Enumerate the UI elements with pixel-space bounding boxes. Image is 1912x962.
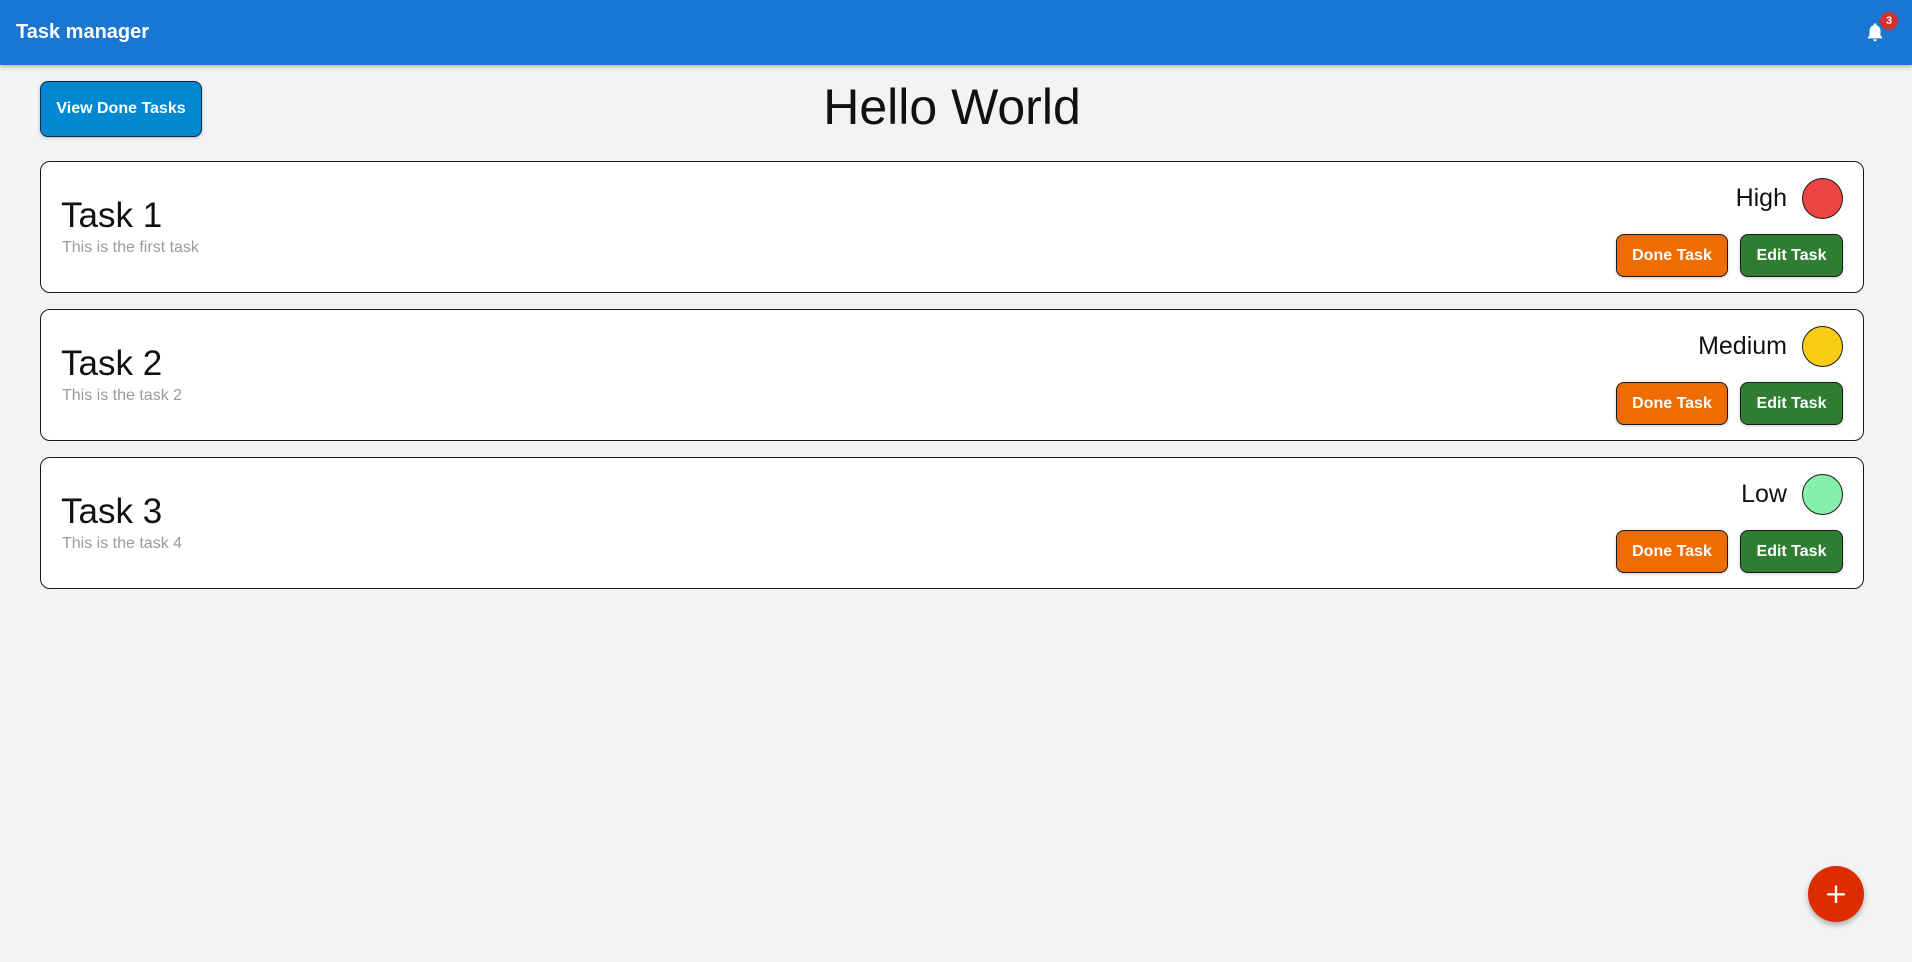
task-title: Task 3 bbox=[61, 492, 163, 531]
task-card: Task 1 This is the first task High Done … bbox=[40, 161, 1864, 293]
plus-icon: + bbox=[1824, 877, 1848, 910]
notifications-button[interactable]: 3 bbox=[1864, 12, 1898, 46]
edit-task-button[interactable]: Edit Task bbox=[1740, 530, 1843, 573]
task-description: This is the first task bbox=[62, 239, 199, 256]
task-actions: Done Task Edit Task bbox=[1616, 530, 1843, 573]
priority-label: Low bbox=[1741, 480, 1787, 508]
app-title: Task manager bbox=[16, 21, 150, 43]
edit-task-button[interactable]: Edit Task bbox=[1740, 234, 1843, 277]
priority-dot bbox=[1802, 178, 1843, 219]
page-title: Hello World bbox=[823, 79, 1081, 135]
priority-dot bbox=[1802, 474, 1843, 515]
task-title: Task 2 bbox=[61, 344, 163, 383]
task-description: This is the task 2 bbox=[62, 387, 183, 404]
task-actions: Done Task Edit Task bbox=[1616, 382, 1843, 425]
task-list: Task 1 This is the first task High Done … bbox=[40, 161, 1864, 605]
done-task-button[interactable]: Done Task bbox=[1616, 382, 1728, 425]
priority-label: Medium bbox=[1698, 332, 1787, 360]
done-task-button[interactable]: Done Task bbox=[1616, 234, 1728, 277]
priority-indicator: Medium bbox=[1698, 326, 1843, 367]
notification-badge: 3 bbox=[1880, 12, 1898, 30]
task-title: Task 1 bbox=[61, 196, 163, 235]
app-bar: Task manager 3 bbox=[0, 0, 1912, 65]
priority-dot bbox=[1802, 326, 1843, 367]
edit-task-button[interactable]: Edit Task bbox=[1740, 382, 1843, 425]
priority-label: High bbox=[1735, 184, 1787, 212]
done-task-button[interactable]: Done Task bbox=[1616, 530, 1728, 573]
task-card: Task 3 This is the task 4 Low Done Task … bbox=[40, 457, 1864, 589]
task-card: Task 2 This is the task 2 Medium Done Ta… bbox=[40, 309, 1864, 441]
task-description: This is the task 4 bbox=[62, 535, 183, 552]
priority-indicator: Low bbox=[1741, 474, 1843, 515]
add-task-button[interactable]: + bbox=[1808, 866, 1864, 922]
task-actions: Done Task Edit Task bbox=[1616, 234, 1843, 277]
priority-indicator: High bbox=[1736, 178, 1843, 219]
